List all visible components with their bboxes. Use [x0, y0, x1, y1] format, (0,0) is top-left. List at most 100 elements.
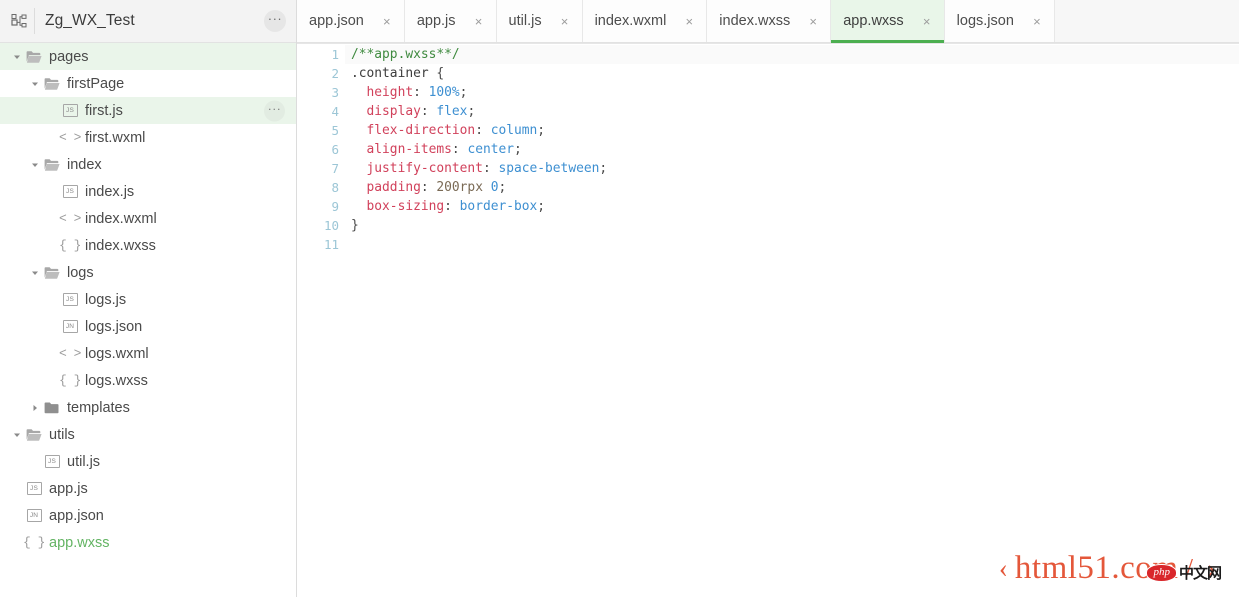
line-number: 8 [297, 178, 345, 197]
tree-item-index[interactable]: index [0, 151, 296, 178]
code-content[interactable]: /**app.wxss**/.container { height: 100%;… [345, 43, 1239, 597]
tree-item-label: index.wxss [85, 238, 156, 254]
chevron-right-icon[interactable] [28, 404, 42, 412]
chevron-down-icon[interactable] [10, 431, 24, 439]
editor-tab-label: index.wxml [595, 13, 681, 29]
code-token: ; [537, 123, 545, 138]
tree-item-label: app.json [49, 508, 104, 524]
chevron-down-icon[interactable] [10, 53, 24, 61]
code-token: : [444, 199, 460, 214]
editor-tab-label: logs.json [957, 13, 1028, 29]
tree-item-templates[interactable]: templates [0, 394, 296, 421]
tree-item-label: first.wxml [85, 130, 145, 146]
code-line[interactable]: padding: 200rpx 0; [345, 178, 1239, 197]
wxml-file-icon: < > [60, 346, 80, 361]
code-line[interactable]: justify-content: space-between; [345, 159, 1239, 178]
tree-item-logs-wxss[interactable]: { } logs.wxss [0, 367, 296, 394]
tree-item-logs[interactable]: logs [0, 259, 296, 286]
tree-item-logs-json[interactable]: JNlogs.json [0, 313, 296, 340]
tree-item-index-wxml[interactable]: < >index.wxml [0, 205, 296, 232]
tree-item-label: pages [49, 49, 89, 65]
code-token: height [351, 85, 413, 100]
close-icon[interactable]: × [804, 0, 830, 42]
editor-tab-app-wxss[interactable]: app.wxss× [831, 0, 944, 42]
editor-tab-index-wxss[interactable]: index.wxss× [707, 0, 831, 42]
close-icon[interactable]: × [680, 0, 706, 42]
chevron-down-icon[interactable] [28, 80, 42, 88]
code-token: center [467, 142, 514, 157]
code-line[interactable]: height: 100%; [345, 83, 1239, 102]
line-number: 9 [297, 197, 345, 216]
editor-tab-app-json[interactable]: app.json× [297, 0, 405, 42]
project-name: Zg_WX_Test [45, 12, 264, 30]
tree-item-label: logs.wxss [85, 373, 148, 389]
code-token: space-between [498, 161, 599, 176]
wxss-file-icon: { } [60, 238, 80, 253]
tree-item-index-js[interactable]: JSindex.js [0, 178, 296, 205]
code-token: border-box [460, 199, 538, 214]
project-menu-button[interactable]: ··· [264, 10, 286, 32]
tree-item-util-js[interactable]: JSutil.js [0, 448, 296, 475]
code-token: 200rpx [436, 180, 490, 195]
line-number: 10 [297, 216, 345, 235]
editor-tab-app-js[interactable]: app.js× [405, 0, 497, 42]
code-line[interactable]: flex-direction: column; [345, 121, 1239, 140]
code-token: align-items [351, 142, 452, 157]
tree-item-logs-js[interactable]: JS logs.js [0, 286, 296, 313]
file-tree[interactable]: pagesfirstPageJSfirst.js···< >first.wxml… [0, 43, 296, 597]
tree-item-first-js[interactable]: JSfirst.js··· [0, 97, 296, 124]
chevron-down-icon[interactable] [28, 161, 42, 169]
code-token: display [351, 104, 421, 119]
tree-item-app-wxss[interactable]: { }app.wxss [0, 529, 296, 556]
code-line[interactable]: box-sizing: border-box; [345, 197, 1239, 216]
code-token: flex [436, 104, 467, 119]
tree-item-index-wxss[interactable]: { } index.wxss [0, 232, 296, 259]
code-token: ; [467, 104, 475, 119]
close-icon[interactable]: × [378, 0, 404, 42]
wxss-file-icon: { } [60, 373, 80, 388]
js-file-icon: JS [60, 293, 80, 306]
chevron-down-icon[interactable] [28, 269, 42, 277]
tree-item-logs-wxml[interactable]: < >logs.wxml [0, 340, 296, 367]
code-line[interactable]: /**app.wxss**/ [345, 45, 1239, 64]
code-line[interactable]: align-items: center; [345, 140, 1239, 159]
tree-item-utils[interactable]: utils [0, 421, 296, 448]
close-icon[interactable]: × [556, 0, 582, 42]
code-line[interactable]: display: flex; [345, 102, 1239, 121]
tree-item-firstPage[interactable]: firstPage [0, 70, 296, 97]
js-file-icon: JS [24, 482, 44, 495]
code-token: column [491, 123, 538, 138]
folder-open-icon [42, 266, 62, 280]
code-line[interactable] [345, 235, 1239, 254]
tree-item-label: app.js [49, 481, 88, 497]
tree-item-app-js[interactable]: JS app.js [0, 475, 296, 502]
tabbar-empty-space [1055, 0, 1239, 42]
tree-item-app-json[interactable]: JNapp.json [0, 502, 296, 529]
code-token: justify-content [351, 161, 483, 176]
editor-tab-label: app.json [309, 13, 378, 29]
close-icon[interactable]: × [1028, 0, 1054, 42]
folder-open-icon [42, 77, 62, 91]
editor-tab-util-js[interactable]: util.js× [497, 0, 583, 42]
editor-tabbar[interactable]: app.json×app.js×util.js×index.wxml×index… [297, 0, 1239, 43]
ide-window: Zg_WX_Test ··· pages firstPageJSfirst.js·… [0, 0, 1239, 597]
tree-item-pages[interactable]: pages [0, 43, 296, 70]
tree-item-first-wxml[interactable]: < >first.wxml [0, 124, 296, 151]
code-token: box-sizing [351, 199, 444, 214]
tree-item-label: app.wxss [49, 535, 109, 551]
tree-item-label: logs.js [85, 292, 126, 308]
code-token: } [351, 218, 359, 233]
code-line[interactable]: } [345, 216, 1239, 235]
code-token: ; [498, 180, 506, 195]
code-line[interactable]: .container { [345, 64, 1239, 83]
code-token: padding [351, 180, 421, 195]
editor-tab-logs-json[interactable]: logs.json× [945, 0, 1055, 42]
tree-item-menu-button[interactable]: ··· [264, 100, 285, 121]
editor-tab-label: index.wxss [719, 13, 804, 29]
close-icon[interactable]: × [470, 0, 496, 42]
close-icon[interactable]: × [918, 0, 944, 42]
code-editor[interactable]: 1234567891011 /**app.wxss**/.container {… [297, 43, 1239, 597]
editor-tab-index-wxml[interactable]: index.wxml× [583, 0, 708, 42]
line-number-gutter: 1234567891011 [297, 43, 345, 597]
folder-open-icon [24, 428, 44, 442]
